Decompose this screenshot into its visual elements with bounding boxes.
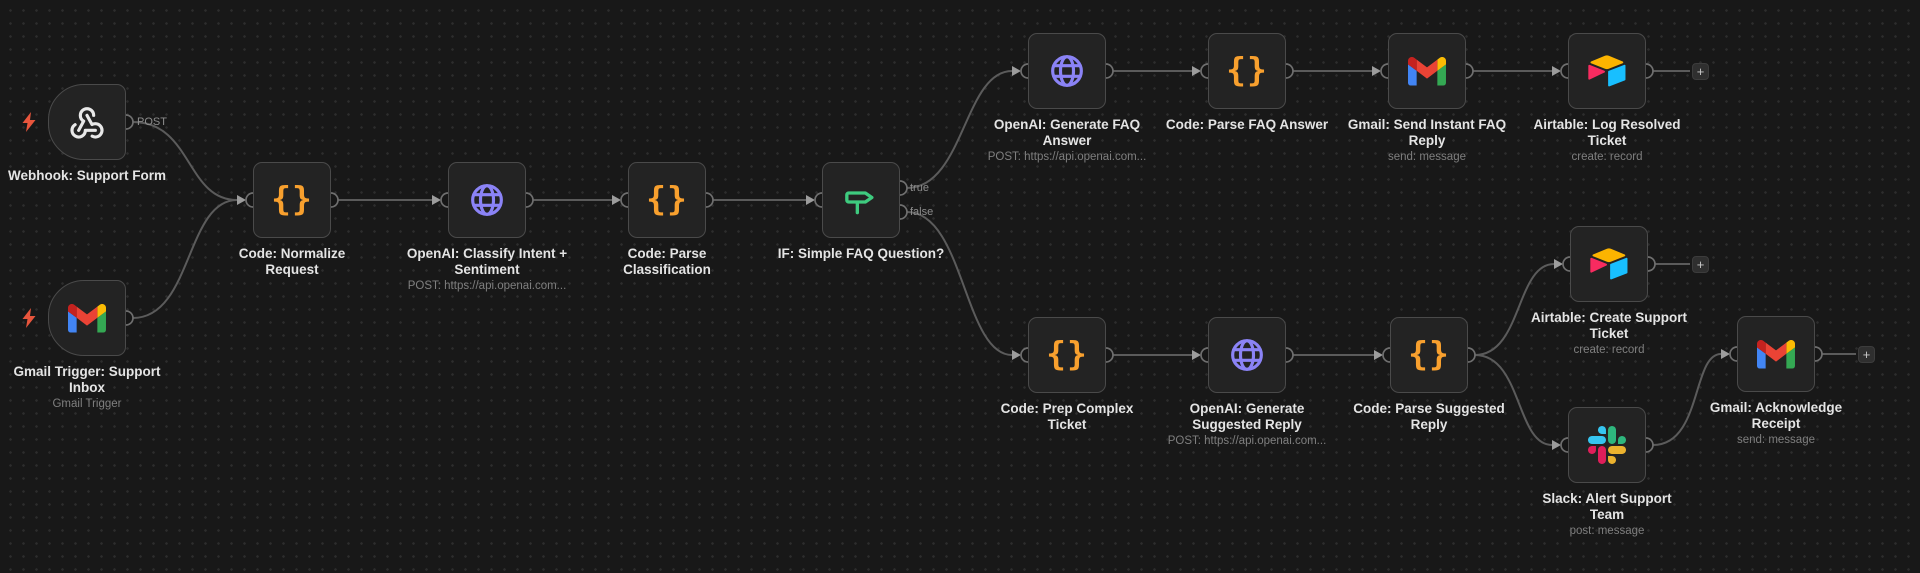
arrowhead bbox=[1552, 440, 1561, 450]
code-braces-icon: {} bbox=[1046, 333, 1088, 373]
node-label: OpenAI: Generate FAQ Answer bbox=[993, 117, 1141, 149]
node-webhook-support-form[interactable]: Webhook: Support Form bbox=[8, 84, 166, 183]
node-label: Gmail: Acknowledge Receipt bbox=[1709, 400, 1843, 432]
node-airtable-log-resolved-ticket[interactable]: Airtable: Log Resolved Ticket create: re… bbox=[1533, 33, 1681, 163]
node-label: Airtable: Log Resolved Ticket bbox=[1533, 117, 1681, 149]
node-code-parse-classification[interactable]: {} Code: Parse Classification bbox=[623, 162, 711, 277]
connection-webhook-to-normalize[interactable] bbox=[132, 121, 238, 201]
node-box[interactable] bbox=[1737, 316, 1815, 392]
node-box[interactable] bbox=[1568, 407, 1646, 483]
globe-icon bbox=[471, 184, 503, 216]
node-label: Code: Parse Classification bbox=[623, 246, 711, 278]
arrowhead bbox=[1012, 350, 1021, 360]
node-box[interactable] bbox=[822, 162, 900, 238]
gmail-icon bbox=[68, 303, 106, 333]
node-code-prep-complex-ticket[interactable]: {} Code: Prep Complex Ticket bbox=[1001, 317, 1133, 432]
code-braces-icon: {} bbox=[1226, 49, 1268, 89]
gmail-icon bbox=[1408, 56, 1446, 86]
node-label: Code: Parse Suggested Reply bbox=[1353, 401, 1505, 433]
code-braces-icon: {} bbox=[271, 178, 313, 218]
node-code-parse-suggested-reply[interactable]: {} Code: Parse Suggested Reply bbox=[1353, 317, 1505, 432]
arrowhead bbox=[612, 195, 621, 205]
node-box[interactable] bbox=[48, 280, 126, 356]
arrowhead bbox=[1192, 66, 1201, 76]
webhook-method-label: POST bbox=[137, 116, 167, 128]
add-node-button[interactable]: + bbox=[1858, 346, 1875, 363]
node-box[interactable]: {} bbox=[1028, 317, 1106, 393]
node-slack-alert-support-team[interactable]: Slack: Alert Support Team post: message bbox=[1542, 407, 1672, 537]
node-if-simple-faq-question[interactable]: IF: Simple FAQ Question? bbox=[778, 162, 944, 261]
arrowhead bbox=[432, 195, 441, 205]
signpost-icon bbox=[845, 191, 874, 215]
node-subtitle: create: record bbox=[1573, 344, 1645, 356]
node-code-normalize-request[interactable]: {} Code: Normalize Request bbox=[239, 162, 345, 277]
arrowhead bbox=[1552, 66, 1561, 76]
node-gmail-trigger-support-inbox[interactable]: Gmail Trigger: Support Inbox Gmail Trigg… bbox=[13, 280, 161, 410]
arrowhead bbox=[1554, 259, 1563, 269]
add-node-button[interactable]: + bbox=[1692, 63, 1709, 80]
node-gmail-acknowledge-receipt[interactable]: Gmail: Acknowledge Receipt send: message bbox=[1710, 316, 1842, 446]
trigger-bolt-icon bbox=[22, 308, 36, 328]
node-box[interactable] bbox=[448, 162, 526, 238]
node-label: Gmail: Send Instant FAQ Reply bbox=[1347, 117, 1507, 149]
airtable-icon bbox=[1590, 248, 1628, 280]
connection-if-false-to-prep[interactable] bbox=[906, 211, 1013, 356]
node-label: Gmail Trigger: Support Inbox bbox=[13, 364, 161, 396]
code-braces-icon: {} bbox=[1408, 333, 1450, 373]
node-subtitle: create: record bbox=[1571, 151, 1643, 163]
arrowhead bbox=[1192, 350, 1201, 360]
node-code-parse-faq-answer[interactable]: {} Code: Parse FAQ Answer bbox=[1166, 33, 1328, 132]
if-true-label: true bbox=[910, 182, 929, 194]
node-label: Code: Normalize Request bbox=[238, 246, 346, 278]
arrowhead bbox=[1374, 350, 1383, 360]
node-box[interactable] bbox=[1208, 317, 1286, 393]
workflow-canvas[interactable]: POST true false + + + Webhook: Support F… bbox=[0, 0, 1920, 573]
node-box[interactable]: {} bbox=[628, 162, 706, 238]
arrowhead bbox=[1372, 66, 1381, 76]
node-label: Code: Prep Complex Ticket bbox=[1000, 401, 1134, 433]
code-braces-icon: {} bbox=[646, 178, 688, 218]
airtable-icon bbox=[1588, 55, 1626, 87]
node-label: IF: Simple FAQ Question? bbox=[777, 246, 945, 261]
node-box[interactable] bbox=[1388, 33, 1466, 109]
node-box[interactable]: {} bbox=[1208, 33, 1286, 109]
node-subtitle: send: message bbox=[1737, 434, 1815, 446]
node-label: Airtable: Create Support Ticket bbox=[1530, 310, 1688, 342]
node-box[interactable]: {} bbox=[1390, 317, 1468, 393]
globe-icon bbox=[1231, 339, 1263, 371]
node-openai-generate-faq-answer[interactable]: OpenAI: Generate FAQ Answer POST: https:… bbox=[988, 33, 1146, 163]
node-subtitle: POST: https://api.openai.com... bbox=[987, 151, 1147, 163]
node-label: Slack: Alert Support Team bbox=[1542, 491, 1672, 523]
arrowhead bbox=[237, 195, 246, 205]
node-box[interactable]: {} bbox=[253, 162, 331, 238]
node-label: OpenAI: Classify Intent + Sentiment bbox=[406, 246, 568, 278]
node-label: Webhook: Support Form bbox=[8, 168, 166, 183]
node-openai-generate-suggested-reply[interactable]: OpenAI: Generate Suggested Reply POST: h… bbox=[1168, 317, 1326, 447]
node-box[interactable] bbox=[48, 84, 126, 160]
node-subtitle: post: message bbox=[1569, 525, 1645, 537]
node-subtitle: POST: https://api.openai.com... bbox=[1167, 435, 1327, 447]
node-box[interactable] bbox=[1568, 33, 1646, 109]
globe-icon bbox=[1051, 55, 1083, 87]
node-subtitle: POST: https://api.openai.com... bbox=[407, 280, 567, 292]
node-airtable-create-support-ticket[interactable]: Airtable: Create Support Ticket create: … bbox=[1531, 226, 1687, 356]
arrowhead bbox=[1012, 66, 1021, 76]
arrowhead bbox=[806, 195, 815, 205]
node-box[interactable] bbox=[1028, 33, 1106, 109]
add-node-button[interactable]: + bbox=[1692, 256, 1709, 273]
node-label: Code: Parse FAQ Answer bbox=[1165, 117, 1329, 132]
node-gmail-send-instant-faq-reply[interactable]: Gmail: Send Instant FAQ Reply send: mess… bbox=[1348, 33, 1506, 163]
if-false-label: false bbox=[910, 206, 934, 218]
trigger-bolt-icon bbox=[22, 112, 36, 132]
node-box[interactable] bbox=[1570, 226, 1648, 302]
node-openai-classify-intent-sentiment[interactable]: OpenAI: Classify Intent + Sentiment POST… bbox=[407, 162, 567, 292]
slack-icon bbox=[1588, 426, 1626, 464]
gmail-icon bbox=[1757, 339, 1795, 369]
node-subtitle: Gmail Trigger bbox=[52, 398, 122, 410]
webhook-icon bbox=[70, 107, 104, 139]
node-label: OpenAI: Generate Suggested Reply bbox=[1189, 401, 1305, 433]
arrowhead bbox=[1721, 349, 1730, 359]
